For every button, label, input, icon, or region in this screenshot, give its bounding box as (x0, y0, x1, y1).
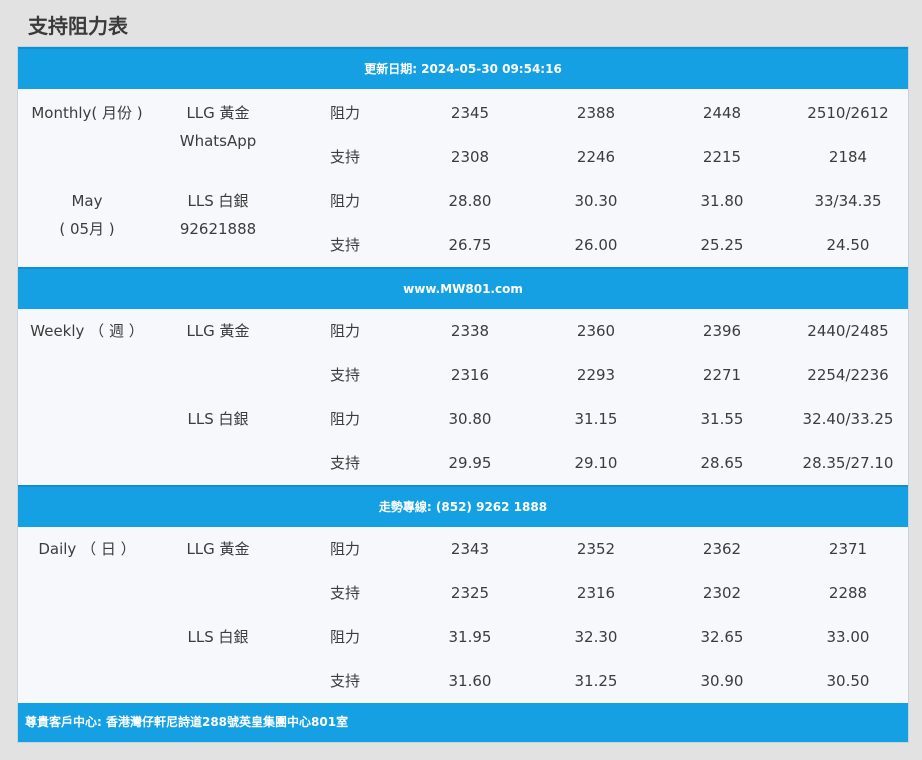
monthly-period-label: Monthly( 月份 ) (31, 104, 143, 122)
weekly-silver-resistance-1: 30.80 (448, 410, 492, 428)
weekly-gold-support-1: 2316 (450, 366, 490, 384)
monthly-month-sub-label: ( 05月 ) (59, 220, 115, 238)
monthly-gold-resistance-label: 阻力 (329, 104, 360, 122)
daily-gold-resistance-4: 2371 (828, 540, 868, 558)
daily-silver-support-1: 31.60 (448, 672, 492, 690)
weekly-gold-resistance-2: 2360 (576, 322, 616, 340)
weekly-gold-resistance-3: 2396 (702, 322, 742, 340)
daily-silver-resistance-4: 33.00 (826, 628, 870, 646)
weekly-silver-resistance-3: 31.55 (700, 410, 744, 428)
daily-gold-resistance-2: 2352 (576, 540, 616, 558)
weekly-gold-support-3: 2271 (702, 366, 742, 384)
monthly-silver-support-3: 25.25 (700, 236, 744, 254)
weekly-silver-resistance-2: 31.15 (574, 410, 618, 428)
daily-gold-resistance-label: 阻力 (329, 540, 360, 558)
monthly-phone-label: 92621888 (179, 220, 257, 238)
daily-silver-resistance-1: 31.95 (448, 628, 492, 646)
monthly-gold-support-4: 2184 (828, 148, 868, 166)
weekly-silver-label: LLS 白銀 (187, 410, 249, 428)
update-date-text: 更新日期: 2024-05-30 09:54:16 (364, 62, 562, 76)
monthly-gold-support-label: 支持 (329, 148, 360, 166)
monthly-section: Monthly( 月份 ) May ( 05月 ) LLG 黃金 WhatsAp… (18, 91, 908, 267)
monthly-silver-support-4: 24.50 (826, 236, 870, 254)
daily-gold-label: LLG 黃金 (186, 540, 250, 558)
monthly-whatsapp-label: WhatsApp (179, 132, 257, 150)
monthly-silver-support-label: 支持 (329, 236, 360, 254)
weekly-gold-support-4: 2254/2236 (807, 366, 889, 384)
weekly-gold-resistance-label: 阻力 (329, 322, 360, 340)
daily-gold-resistance-3: 2362 (702, 540, 742, 558)
weekly-silver-support-label: 支持 (329, 454, 360, 472)
daily-gold-support-label: 支持 (329, 584, 360, 602)
page-title: 支持阻力表 (28, 14, 128, 38)
weekly-silver-support-2: 29.10 (574, 454, 618, 472)
monthly-gold-support-2: 2246 (576, 148, 616, 166)
daily-gold-support-4: 2288 (828, 584, 868, 602)
weekly-gold-support-2: 2293 (576, 366, 616, 384)
monthly-silver-resistance-3: 31.80 (700, 192, 744, 210)
hotline-banner: 走勢專線: (852) 9262 1888 (18, 485, 908, 527)
daily-silver-support-label: 支持 (329, 672, 360, 690)
weekly-gold-label: LLG 黃金 (186, 322, 250, 340)
daily-silver-resistance-label: 阻力 (329, 628, 360, 646)
monthly-gold-support-3: 2215 (702, 148, 742, 166)
daily-silver-support-2: 31.25 (574, 672, 618, 690)
monthly-silver-support-1: 26.75 (448, 236, 492, 254)
daily-silver-support-3: 30.90 (700, 672, 744, 690)
weekly-gold-resistance-4: 2440/2485 (807, 322, 889, 340)
daily-section: Daily （ 日 ） LLG 黃金 LLS 白銀 阻力 2343 2352 2… (18, 527, 908, 703)
monthly-gold-resistance-4: 2510/2612 (807, 104, 889, 122)
hotline-text: 走勢專線: (852) 9262 1888 (378, 500, 548, 514)
support-resistance-table: 更新日期: 2024-05-30 09:54:16 Monthly( 月份 ) … (17, 46, 909, 743)
daily-period-label: Daily （ 日 ） (38, 540, 136, 558)
monthly-gold-resistance-2: 2388 (576, 104, 616, 122)
weekly-silver-support-3: 28.65 (700, 454, 744, 472)
update-date-banner: 更新日期: 2024-05-30 09:54:16 (18, 47, 908, 89)
weekly-gold-resistance-1: 2338 (450, 322, 490, 340)
daily-gold-support-2: 2316 (576, 584, 616, 602)
monthly-gold-resistance-1: 2345 (450, 104, 490, 122)
website-banner: www.MW801.com (18, 267, 908, 309)
footer-address-text: 尊貴客戶中心: 香港灣仔軒尼詩道288號英皇集團中心801室 (25, 715, 349, 729)
monthly-silver-resistance-label: 阻力 (329, 192, 360, 210)
daily-silver-resistance-2: 32.30 (574, 628, 618, 646)
footer-address-banner: 尊貴客戶中心: 香港灣仔軒尼詩道288號英皇集團中心801室 (18, 703, 908, 742)
daily-silver-support-4: 30.50 (826, 672, 870, 690)
weekly-silver-resistance-4: 32.40/33.25 (802, 410, 894, 428)
daily-gold-resistance-1: 2343 (450, 540, 490, 558)
monthly-silver-resistance-4: 33/34.35 (814, 192, 882, 210)
weekly-silver-support-4: 28.35/27.10 (802, 454, 894, 472)
weekly-period-label: Weekly （ 週 ） (30, 322, 144, 340)
monthly-gold-resistance-3: 2448 (702, 104, 742, 122)
weekly-gold-support-label: 支持 (329, 366, 360, 384)
daily-gold-support-1: 2325 (450, 584, 490, 602)
monthly-silver-resistance-1: 28.80 (448, 192, 492, 210)
daily-silver-resistance-3: 32.65 (700, 628, 744, 646)
monthly-gold-support-1: 2308 (450, 148, 490, 166)
website-link[interactable]: www.MW801.com (403, 282, 523, 296)
weekly-silver-support-1: 29.95 (448, 454, 492, 472)
weekly-silver-resistance-label: 阻力 (329, 410, 360, 428)
daily-gold-support-3: 2302 (702, 584, 742, 602)
monthly-silver-support-2: 26.00 (574, 236, 618, 254)
daily-silver-label: LLS 白銀 (187, 628, 249, 646)
monthly-silver-resistance-2: 30.30 (574, 192, 618, 210)
weekly-section: Weekly （ 週 ） LLG 黃金 LLS 白銀 阻力 2338 2360 … (18, 309, 908, 485)
